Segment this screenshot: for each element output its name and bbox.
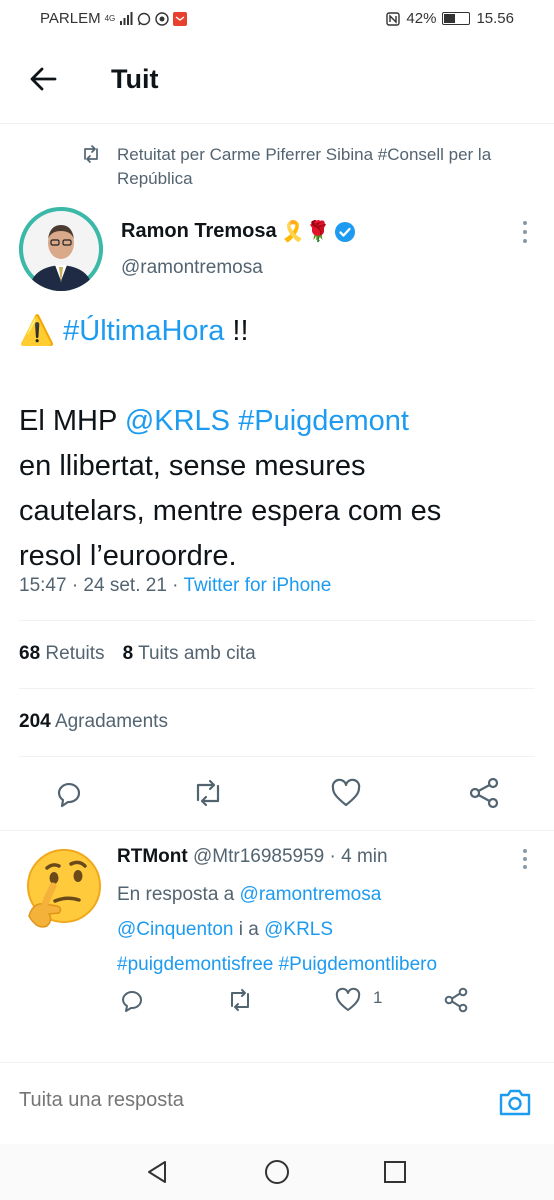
battery-percent: 42% — [406, 10, 437, 27]
reply-retweet-icon[interactable] — [226, 985, 254, 1015]
back-arrow-icon[interactable] — [28, 64, 58, 94]
retweet-stats: 68 Retuits 8 Tuits amb cita — [19, 643, 256, 665]
quotes-label: Tuits amb cita — [138, 643, 256, 664]
reply-author-handle: @Mtr16985959 — [192, 846, 325, 867]
tweet-meta: 15:47 · 24 set. 21 · Twitter for iPhone — [19, 575, 331, 597]
quotes-stat[interactable]: 8 Tuits amb cita — [123, 643, 256, 665]
mail-app-icon — [173, 11, 188, 26]
tweet-source-link[interactable]: Twitter for iPhone — [183, 575, 331, 596]
thinking-face-avatar[interactable] — [19, 846, 105, 932]
retweets-label: Retuits — [45, 643, 105, 664]
retweets-count: 68 — [19, 643, 41, 664]
author-handle[interactable]: @ramontremosa — [121, 257, 263, 279]
reply-share-icon[interactable] — [442, 985, 470, 1015]
retweet-context[interactable]: Retuitat per Carme Piferrer Sibina #Cons… — [80, 143, 540, 191]
author-photo — [19, 207, 103, 291]
reply-header[interactable]: RTMont @Mtr16985959 · 4 min — [117, 846, 388, 868]
status-bar-right: 42% 15.56 — [386, 10, 514, 27]
hashtag-puigdemontisfree[interactable]: #puigdemontisfree — [117, 954, 273, 975]
tweet-line-1: ⚠️ #ÚltimaHora !! — [19, 309, 539, 354]
reply-line-3: #puigdemontisfree #Puigdemontlibero — [117, 947, 537, 982]
nfc-icon — [386, 11, 401, 26]
divider — [0, 830, 554, 831]
nav-home-icon[interactable] — [263, 1158, 291, 1186]
reply-line-2: @Cinquenton i a @KRLS — [117, 912, 537, 947]
and-text: i a — [233, 919, 265, 940]
page-title: Tuit — [111, 64, 159, 94]
tweet-timestamp: 15:47 · 24 set. 21 · — [19, 575, 184, 596]
reply-more-options-icon[interactable] — [522, 848, 528, 870]
share-icon[interactable] — [466, 775, 502, 811]
top-app-bar: Tuit — [0, 40, 554, 124]
mention-krls-reply[interactable]: @KRLS — [264, 919, 333, 940]
likes-label: Agradaments — [54, 711, 168, 732]
mention-cinquenton[interactable]: @Cinquenton — [117, 919, 233, 940]
signal-icon — [120, 11, 133, 25]
in-reply-prefix: En resposta a — [117, 884, 240, 905]
chrome-icon — [155, 11, 169, 26]
divider — [19, 620, 535, 621]
hashtag-ultima-hora[interactable]: #ÚltimaHora — [63, 315, 224, 347]
reply-like-icon[interactable] — [334, 985, 362, 1015]
nav-recents-icon[interactable] — [381, 1158, 409, 1186]
reply-reply-icon[interactable] — [118, 985, 146, 1015]
exclaim-text: !! — [224, 315, 249, 347]
tweet-line-3: en llibertat, sense mesures — [19, 450, 366, 482]
tweet-actions — [0, 775, 554, 815]
reply-author-name: RTMont — [117, 846, 188, 867]
clock: 15.56 — [476, 10, 514, 27]
whatsapp-icon — [138, 12, 151, 25]
carrier-label: PARLEM — [40, 10, 101, 27]
divider — [19, 756, 535, 757]
reply-input[interactable] — [19, 1089, 439, 1112]
author-name[interactable]: Ramon Tremosa 🎗️🌹 — [121, 219, 356, 244]
tweet-text: ⚠️ #ÚltimaHora !! El MHP @KRLS #Puigdemo… — [19, 309, 539, 579]
camera-icon[interactable] — [498, 1085, 532, 1119]
reply-text: En resposta a @ramontremosa @Cinquenton … — [117, 877, 537, 982]
status-bar-left: PARLEM 4G — [40, 10, 188, 27]
divider — [19, 688, 535, 689]
network-label: 4G — [104, 13, 116, 23]
tweet-line-4: cautelars, mentre espera com es — [19, 495, 442, 527]
reply-time: · 4 min — [324, 846, 388, 867]
tweet-line-2-prefix: El MHP — [19, 405, 125, 437]
reply-line-1: En resposta a @ramontremosa — [117, 877, 537, 912]
ribbon-rose-emoji: 🎗️🌹 — [280, 221, 331, 243]
likes-count: 204 — [19, 711, 51, 732]
tweet-line-2: El MHP @KRLS #Puigdemont — [19, 399, 539, 444]
reply-actions: 1 — [0, 985, 554, 1017]
reply-composer — [0, 1062, 554, 1144]
reply-like-count: 1 — [373, 988, 383, 1007]
author-name-text: Ramon Tremosa — [121, 220, 277, 242]
like-icon[interactable] — [328, 775, 364, 811]
tweet-line-5: resol l’euroordre. — [19, 540, 237, 572]
retweeted-by-text: Retuitat per Carme Piferrer Sibina #Cons… — [117, 145, 492, 188]
mention-ramontremosa[interactable]: @ramontremosa — [240, 884, 382, 905]
avatar[interactable] — [19, 207, 103, 291]
quotes-count: 8 — [122, 643, 134, 664]
retweet-icon — [84, 145, 98, 163]
system-navigation-bar — [0, 1144, 554, 1200]
retweets-stat[interactable]: 68 Retuits — [19, 643, 105, 665]
mention-krls[interactable]: @KRLS — [125, 405, 230, 437]
hashtag-puigdemont[interactable]: #Puigdemont — [238, 405, 409, 437]
warning-emoji: ⚠️ — [19, 315, 56, 347]
nav-back-icon[interactable] — [143, 1158, 171, 1186]
battery-icon — [442, 12, 471, 25]
more-options-icon[interactable] — [522, 220, 528, 244]
retweet-action-icon[interactable] — [190, 775, 226, 811]
verified-badge-icon — [335, 221, 356, 242]
reply-icon[interactable] — [51, 775, 87, 811]
likes-stats[interactable]: 204 Agradaments — [19, 711, 168, 733]
status-bar: PARLEM 4G 42% 15.56 — [0, 0, 554, 38]
hashtag-puigdemontlibero[interactable]: #Puigdemontlibero — [279, 954, 437, 975]
